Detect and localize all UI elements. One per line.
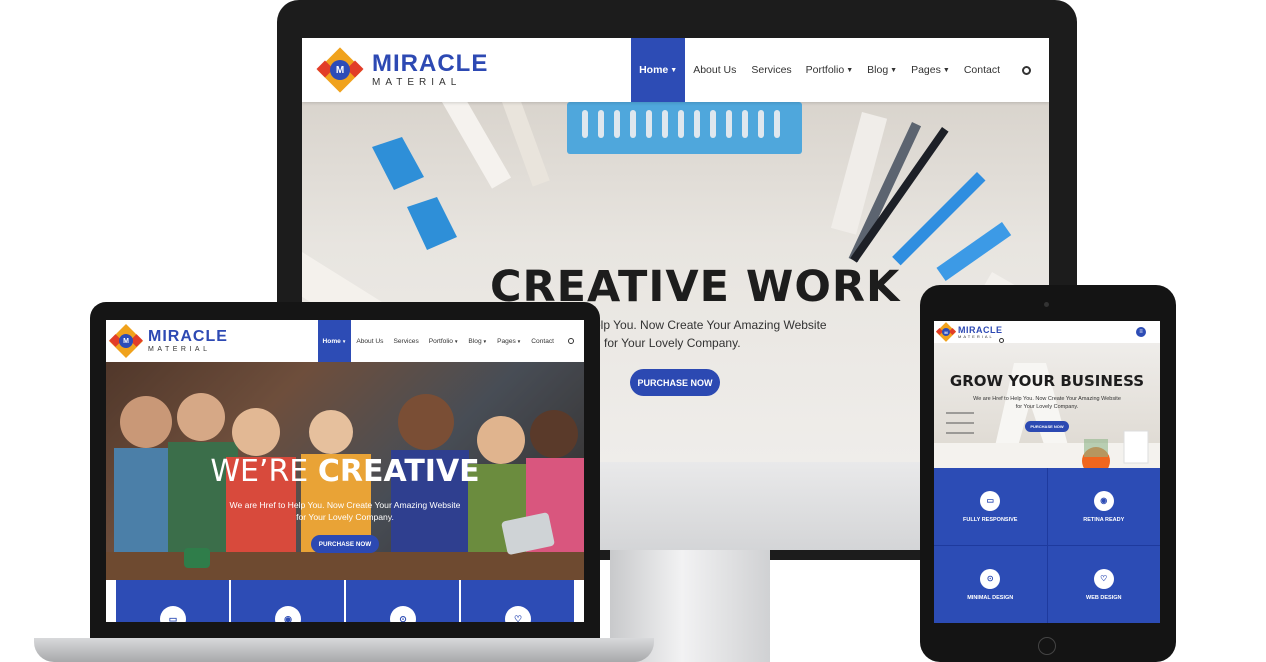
nav-portfolio[interactable]: Portfolio ▼	[799, 38, 860, 102]
monitor-hero-text-line2: for Your Lovely Company.	[604, 336, 741, 350]
chevron-down-icon: ▼	[453, 338, 459, 344]
chevron-down-icon: ▼	[670, 66, 678, 74]
nav-blog[interactable]: Blog ▼	[463, 320, 492, 362]
eye-icon: ◉	[275, 606, 301, 622]
monitor-purchase-button[interactable]: PURCHASE NOW	[630, 369, 720, 396]
laptop-hero: WE’RE CREATIVE We are Href to Help You. …	[106, 362, 584, 580]
tablet-feature-grid: ▭ FULLY RESPONSIVE ◉ RETINA READY ⊙ MINI…	[934, 468, 1160, 623]
devices-icon: ▭	[160, 606, 186, 622]
feature-minimal-design[interactable]: ⊙ MINIMAL DESIGN	[934, 546, 1047, 623]
devices-icon: ▭	[980, 490, 1001, 511]
tablet-camera	[1044, 302, 1049, 307]
feature-tile[interactable]: ♡	[461, 580, 574, 622]
nav-home[interactable]: Home ▼	[317, 320, 352, 362]
feature-tile[interactable]: ◉	[231, 580, 344, 622]
monitor-nav: Home ▼ About Us Services Portfolio ▼ Blog ▼…	[631, 38, 1037, 102]
feature-label: WEB DESIGN	[1086, 594, 1122, 601]
search-icon[interactable]	[998, 337, 1004, 343]
chevron-down-icon: ▼	[341, 338, 347, 344]
nav-home[interactable]: Home ▼	[631, 38, 686, 102]
nav-services[interactable]: Services	[744, 38, 798, 102]
nav-blog[interactable]: Blog ▼	[860, 38, 904, 102]
laptop-hero-text-line1: We are Href to Help You. Now Create Your…	[229, 500, 461, 510]
tablet-hero-title: GROW YOUR BUSINESS	[949, 372, 1145, 390]
laptop-logo[interactable]: M MIRACLE MATERIAL	[109, 324, 228, 358]
eye-icon: ◉	[1093, 490, 1114, 511]
laptop-feature-tiles: ▭ ◉ ⊙ ♡	[116, 580, 574, 622]
laptop-base	[34, 638, 654, 662]
brand-name: MIRACLE	[372, 50, 489, 77]
chevron-down-icon: ▼	[890, 66, 898, 74]
logo-mark-icon: M	[109, 324, 143, 358]
brand-tagline: MATERIAL	[372, 77, 462, 88]
tablet-logo[interactable]: M MIRACLE MATERIAL	[935, 322, 1003, 342]
tablet-hero: GROW YOUR BUSINESS We are Href to Help Y…	[934, 343, 1160, 468]
heart-icon: ♡	[505, 606, 531, 622]
feature-fully-responsive[interactable]: ▭ FULLY RESPONSIVE	[934, 468, 1047, 545]
search-icon	[568, 338, 574, 344]
nav-pages[interactable]: Pages ▼	[904, 38, 957, 102]
chevron-down-icon: ▼	[942, 66, 950, 74]
nav-contact[interactable]: Contact	[957, 38, 1016, 102]
logo-mark-icon: M	[316, 47, 364, 93]
laptop-nav: Home ▼ About Us Services Portfolio ▼ Blog ▼…	[317, 320, 578, 362]
tablet-screen: M MIRACLE MATERIAL ≡ GROW YOUR BUSINESS …	[934, 321, 1160, 623]
laptop-screen: WE’RE CREATIVE We are Href to Help You. …	[106, 320, 584, 622]
brand-name: MIRACLE	[148, 328, 228, 345]
target-icon: ⊙	[980, 568, 1001, 589]
tablet-hero-text-line1: We are Href to Help You. Now Create Your…	[973, 396, 1121, 402]
laptop-hero-title-bold: CREATIVE	[317, 454, 480, 489]
feature-web-design[interactable]: ♡ WEB DESIGN	[1047, 546, 1160, 623]
heart-icon: ♡	[1093, 568, 1114, 589]
monitor-logo[interactable]: M MIRACLE MATERIAL	[316, 47, 489, 93]
laptop-hero-title: WE’RE CREATIVE	[106, 454, 584, 489]
feature-label: FULLY RESPONSIVE	[963, 516, 1018, 523]
menu-icon[interactable]: ≡	[1136, 327, 1146, 337]
tablet-header: M MIRACLE MATERIAL ≡	[934, 321, 1160, 343]
nav-pages[interactable]: Pages ▼	[492, 320, 526, 362]
search-button[interactable]	[564, 320, 578, 362]
brand-tagline: MATERIAL	[958, 333, 994, 339]
nav-contact[interactable]: Contact	[526, 320, 564, 362]
nav-about[interactable]: About Us	[685, 38, 744, 102]
feature-retina-ready[interactable]: ◉ RETINA READY	[1047, 468, 1160, 545]
tablet-home-button[interactable]	[1038, 637, 1056, 655]
feature-label: RETINA READY	[1083, 516, 1125, 523]
feature-tile[interactable]: ⊙	[346, 580, 459, 622]
brand-tagline: MATERIAL	[148, 346, 211, 353]
search-icon	[1022, 65, 1031, 75]
chevron-down-icon: ▼	[482, 338, 488, 344]
nav-about[interactable]: About Us	[351, 320, 388, 362]
nav-portfolio[interactable]: Portfolio ▼	[424, 320, 464, 362]
monitor-header: M MIRACLE MATERIAL Home ▼ About Us Servic…	[302, 38, 1049, 102]
search-button[interactable]	[1016, 38, 1037, 102]
laptop-header: M MIRACLE MATERIAL Home ▼ About Us Servic…	[106, 320, 584, 362]
monitor-hero-text-line1: elp You. Now Create Your Amazing Website	[594, 318, 827, 332]
feature-label: MINIMAL DESIGN	[967, 594, 1014, 601]
tablet-purchase-button[interactable]: PURCHASE NOW	[1025, 421, 1069, 432]
laptop-hero-text-line2: for Your Lovely Company.	[296, 512, 394, 522]
chevron-down-icon: ▼	[846, 66, 854, 74]
target-icon: ⊙	[390, 606, 416, 622]
chevron-down-icon: ▼	[516, 338, 522, 344]
logo-mark-icon: M	[935, 322, 957, 342]
laptop-purchase-button[interactable]: PURCHASE NOW	[311, 535, 379, 553]
tablet-hero-text-line2: for Your Lovely Company.	[1015, 404, 1079, 410]
feature-tile[interactable]: ▭	[116, 580, 229, 622]
nav-services[interactable]: Services	[388, 320, 423, 362]
laptop-hero-title-light: WE’RE	[210, 454, 309, 489]
